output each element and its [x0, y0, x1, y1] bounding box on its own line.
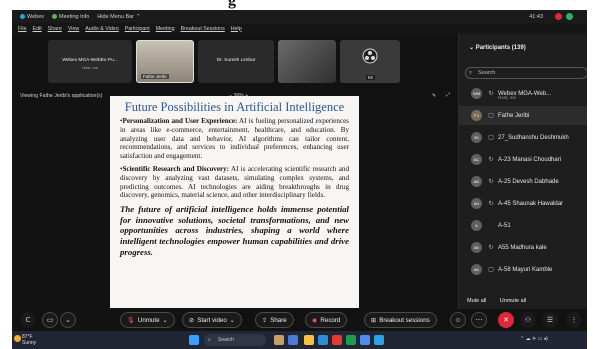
shared-slide: Future Possibilities in Artificial Intel… [110, 96, 359, 308]
taskbar-app-icon[interactable] [274, 335, 284, 345]
leave-icon[interactable] [555, 13, 562, 20]
search-icon: ⌕ [469, 70, 473, 76]
participant-row[interactable]: FJ ▢ Fathe Jeribi [459, 106, 587, 125]
slide-bullet: •Scientific Research and Discovery: AI i… [120, 164, 349, 200]
video-strip: Webex MGA-WebEx-Pu... Host, me Fathe Jer… [12, 34, 458, 88]
webex-taskbar-icon[interactable] [374, 335, 384, 345]
slide-title: Future Possibilities in Artificial Intel… [124, 100, 345, 114]
meeting-controls: ᑕ ▭ ⌄ 🎙 Unmute ⌄ ⊘ Start video ⌄ ⇪ Share… [12, 309, 587, 331]
folder-icon[interactable] [304, 335, 314, 345]
menu-meeting[interactable]: Meeting [156, 26, 175, 32]
device-icon: ▢ [488, 135, 494, 141]
video-tile-fathe[interactable]: Fathe Jeribi [136, 40, 194, 83]
obs-logo-icon [362, 48, 378, 64]
more-options-icon[interactable]: ⋯ [471, 312, 487, 328]
more-panels-icon[interactable]: ⋮ [566, 312, 582, 328]
chevron-up-icon: ⌃ [136, 13, 141, 20]
taskbar-app-icon[interactable] [288, 335, 298, 345]
participant-row[interactable]: AH ↻ A-45 Shaunak Hawaldar [459, 194, 587, 213]
record-button[interactable]: ◉ Record [305, 312, 348, 328]
sync-icon[interactable]: ᑕ [20, 312, 36, 328]
participant-row[interactable]: AD ↻ A-25 Devesh Dabhade [459, 172, 587, 191]
hide-menu-bar-button[interactable]: Hide Menu Bar ⌃ [97, 14, 140, 20]
chrome-icon[interactable] [332, 335, 342, 345]
chat-bubble-icon[interactable]: ▭ [42, 312, 58, 328]
title-bar: Webex Meeting Info Hide Menu Bar ⌃ 41:43 [12, 10, 587, 23]
menu-help[interactable]: Help [231, 26, 242, 32]
participants-panel: ⌄ Participants (139) ⌕ Search WM ↻ Webex… [458, 34, 587, 309]
menu-bar: File Edit Share View Audio & Video Parti… [12, 23, 587, 34]
device-icon: ▢ [488, 267, 494, 273]
chevron-down-icon[interactable]: ⌄ [60, 312, 76, 328]
video-tile-camera[interactable] [278, 40, 336, 83]
sync-icon: ↻ [488, 157, 494, 163]
search-icon: ⌕ [208, 337, 211, 343]
participants-icon[interactable]: ⚇ [520, 312, 536, 328]
chevron-down-icon: ⌄ [162, 316, 168, 324]
windows-start-icon[interactable] [189, 335, 199, 345]
edge-icon[interactable] [318, 335, 328, 345]
share-screen-icon: ⇪ [262, 316, 268, 324]
reactions-icon[interactable]: ☺ [450, 312, 466, 328]
menu-breakout-sessions[interactable]: Breakout Sessions [181, 26, 225, 32]
participant-search-input[interactable]: ⌕ Search [465, 67, 587, 79]
expand-icon[interactable]: ⤢ [446, 92, 450, 99]
system-tray[interactable]: ⌃ ☁ ✈ ▭ ◂) [520, 336, 548, 342]
end-call-icon[interactable]: ✕ [498, 312, 514, 328]
sync-icon: ↻ [488, 179, 494, 185]
menu-participant[interactable]: Participant [125, 26, 150, 32]
participants-footer: Mute all Unmute all [467, 298, 538, 304]
participant-row[interactable]: WM ↻ Webex MGA-Web... Host, me [459, 84, 587, 103]
slide-bullet: •Personalization and User Experience: AI… [120, 117, 350, 161]
breakout-sessions-button[interactable]: ⊞ Breakout sessions [364, 312, 437, 328]
taskbar-search[interactable]: ⌕ Search [204, 334, 266, 346]
participants-header[interactable]: ⌄ Participants (139) [469, 44, 526, 51]
sun-icon [14, 335, 21, 342]
pointer-icon[interactable]: ✎ [432, 93, 436, 99]
taskbar-app-icon[interactable] [346, 335, 356, 345]
participant-row[interactable]: AK ↻ A55 Madhura kale [459, 238, 587, 257]
mic-off-icon: 🎙 [127, 317, 135, 324]
viewing-label: Viewing Fathe Jeribi's application(s) [20, 92, 103, 99]
sync-icon: ↻ [488, 201, 494, 207]
video-tile-suresh[interactable]: Dr. Suresh Limbar [198, 40, 274, 83]
device-icon: ▢ [488, 113, 494, 119]
slide-conclusion: The future of artificial intelligence ho… [120, 204, 349, 257]
shield-icon [52, 14, 58, 19]
sync-icon: ↻ [488, 245, 494, 251]
menu-audio-video[interactable]: Audio & Video [85, 26, 118, 32]
mute-all-button[interactable]: Mute all [467, 298, 486, 304]
share-button[interactable]: ⇪ Share [255, 312, 294, 328]
meeting-timer: 41:43 [529, 13, 543, 20]
video-tile-host[interactable]: Webex MGA-WebEx-Pu... Host, me [48, 40, 132, 83]
menu-file[interactable]: File [18, 26, 27, 32]
participant-row[interactable]: AK ▢ A-58 Mayuri Kamble [459, 260, 587, 279]
chevron-down-icon: ⌄ [469, 45, 476, 51]
video-tile-mi[interactable]: Mi [340, 40, 400, 83]
webex-logo-icon [20, 14, 25, 19]
unmute-button[interactable]: 🎙 Unmute ⌄ [120, 312, 175, 328]
meeting-info-button[interactable]: Meeting Info [52, 14, 89, 20]
unmute-all-button[interactable]: Unmute all [500, 298, 526, 304]
start-video-button[interactable]: ⊘ Start video ⌄ [182, 312, 242, 328]
webex-app-menu[interactable]: Webex [20, 14, 44, 20]
video-off-icon: ⊘ [189, 316, 195, 324]
participant-row[interactable]: A A-51 [459, 216, 587, 235]
sync-icon: ↻ [488, 91, 494, 97]
taskbar-app-icon[interactable] [360, 335, 370, 345]
menu-share[interactable]: Share [48, 26, 62, 32]
chevron-down-icon: ⌄ [229, 316, 235, 324]
participant-row[interactable]: 2D ▢ 27_Sudhanshu Deshmukh [459, 128, 587, 147]
webex-window: Webex Meeting Info Hide Menu Bar ⌃ 41:43… [12, 10, 587, 349]
record-icon: ◉ [312, 316, 318, 324]
weather-widget[interactable]: 87°F Sunny [22, 334, 36, 346]
participant-row[interactable]: AC ↻ A-23 Manasi Choudhari [459, 150, 587, 169]
menu-edit[interactable]: Edit [33, 26, 42, 32]
status-icon [566, 13, 573, 20]
windows-taskbar: 87°F Sunny ⌕ Search ⌃ ☁ ✈ ▭ ◂) [12, 331, 587, 349]
breakout-icon: ⊞ [371, 316, 377, 324]
menu-view[interactable]: View [68, 26, 79, 32]
chat-icon[interactable]: ☰ [542, 312, 558, 328]
